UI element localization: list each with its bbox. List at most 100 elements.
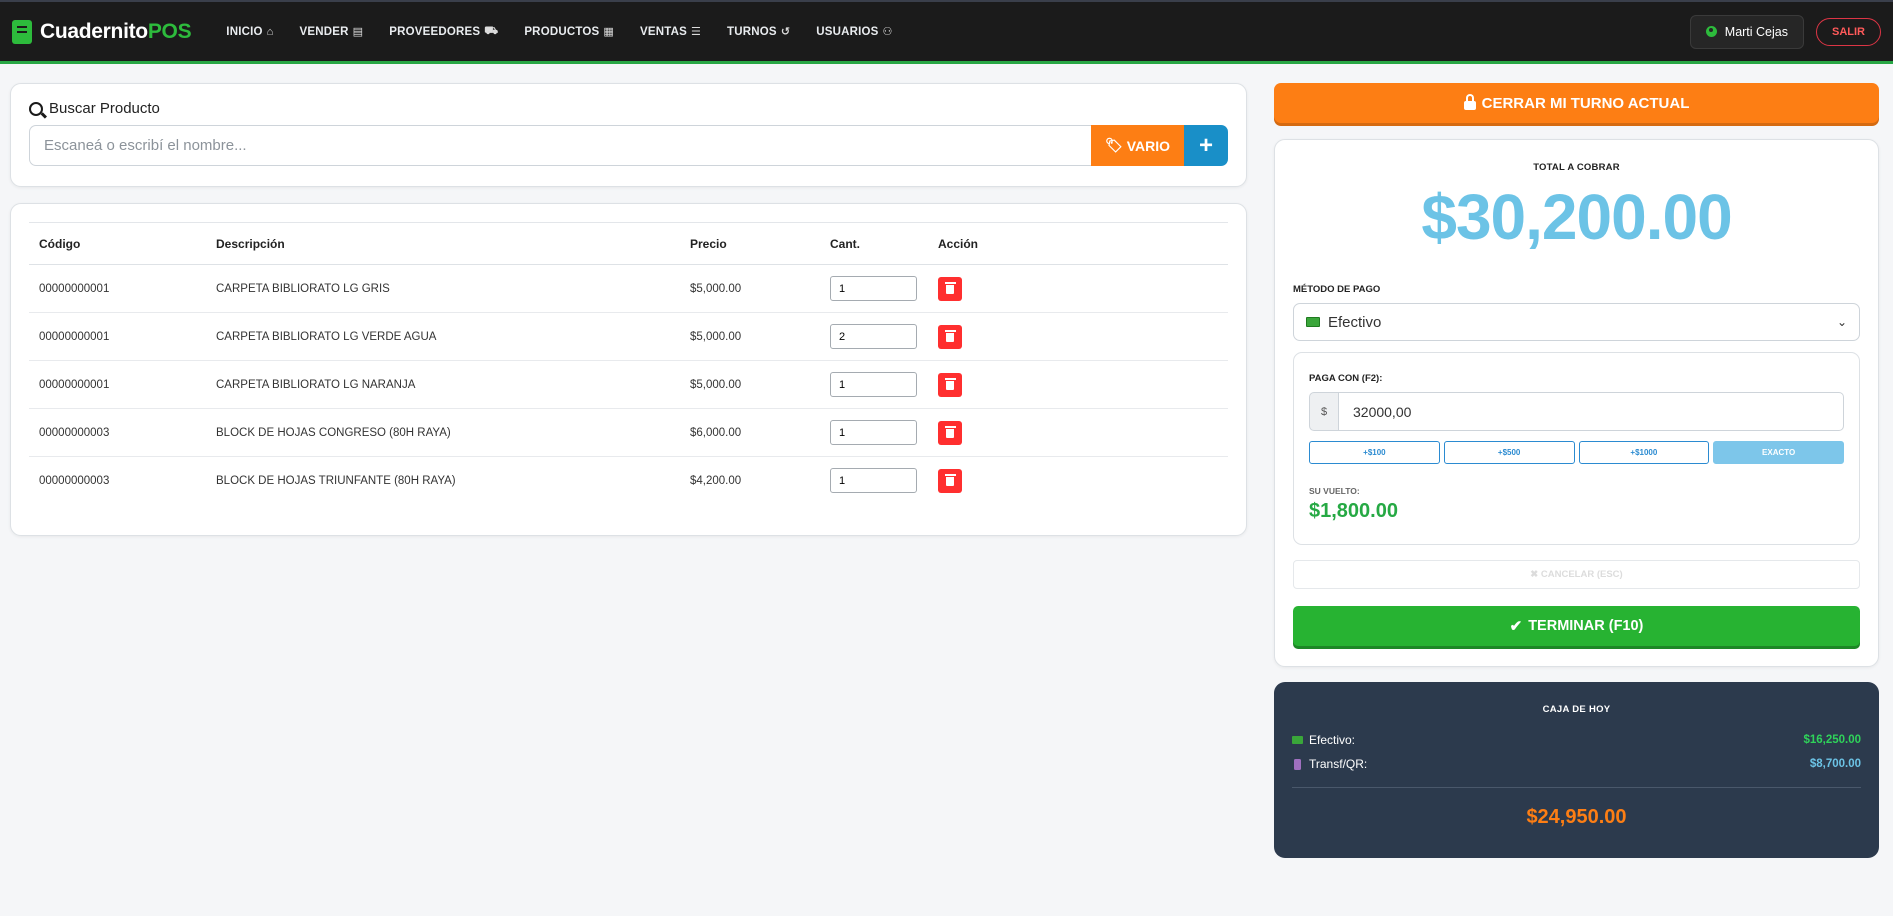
search-card: Buscar Producto 🏷 VARIO +	[10, 83, 1247, 187]
nav-inicio[interactable]: INICIO ⌂	[226, 26, 273, 38]
cash-efectivo-row: Efectivo: $16,250.00	[1292, 733, 1861, 747]
lock-icon	[1463, 94, 1476, 110]
cancel-sale-button[interactable]: ✖ CANCELAR (ESC)	[1293, 560, 1860, 589]
add-product-button[interactable]: +	[1184, 125, 1228, 166]
user-menu[interactable]: Marti Cejas	[1689, 14, 1804, 49]
vario-button[interactable]: 🏷 VARIO	[1091, 125, 1184, 166]
quantity-input[interactable]	[830, 276, 917, 301]
tag-icon: 🏷	[1104, 137, 1123, 153]
quantity-input[interactable]	[830, 468, 917, 494]
trash-icon	[944, 378, 956, 390]
close-shift-button[interactable]: CERRAR MI TURNO ACTUAL	[1274, 83, 1879, 123]
quantity-input[interactable]	[830, 324, 917, 349]
list-icon: ☰	[690, 26, 702, 38]
table-row: 00000000003 BLOCK DE HOJAS CONGRESO (80H…	[29, 408, 1228, 457]
trash-icon	[944, 426, 956, 438]
exact-amount-button[interactable]: EXACTO	[1713, 441, 1844, 464]
row-price: $6,000.00	[680, 408, 820, 457]
col-codigo: Código	[29, 222, 206, 265]
delete-item-button[interactable]	[938, 468, 962, 493]
add-1000-button[interactable]: +$1000	[1578, 441, 1710, 464]
row-price: $4,200.00	[690, 474, 742, 487]
quantity-input[interactable]	[830, 372, 917, 397]
cash-efectivo-amount: $16,250.00	[1803, 734, 1861, 746]
cash-today-title: CAJA DE HOY	[1542, 704, 1611, 715]
product-search-input[interactable]	[29, 125, 1091, 166]
total-label: TOTAL A COBRAR	[1533, 162, 1620, 173]
row-action-cell	[928, 264, 1228, 313]
payment-method-select[interactable]: Efectivo ⌄	[1293, 303, 1860, 341]
money-bill-icon	[1292, 736, 1303, 744]
col-descripcion: Descripción	[206, 222, 680, 265]
users-icon: ⚇	[882, 26, 893, 38]
delete-item-button[interactable]	[938, 324, 962, 349]
row-action-cell	[928, 457, 1228, 505]
brand[interactable]: CuadernitoPOS	[12, 19, 192, 44]
nav-ventas[interactable]: VENTAS ☰	[640, 25, 702, 39]
cash-transf-row: Transf/QR: $8,700.00	[1292, 757, 1861, 771]
delete-item-button[interactable]	[938, 372, 962, 397]
add-500-button[interactable]: +$500	[1443, 441, 1575, 464]
row-description: CARPETA BIBLIORATO LG GRIS	[206, 264, 680, 313]
payment-method-text: Efectivo	[1328, 313, 1382, 331]
row-price: $5,000.00	[680, 360, 820, 409]
change-amount: $1,800.00	[1309, 500, 1398, 522]
row-code: 00000000001	[29, 312, 206, 361]
divider	[1292, 787, 1861, 788]
table-row: 00000000003 BLOCK DE HOJAS TRIUNFANTE (8…	[29, 457, 1228, 505]
delete-item-button[interactable]	[938, 420, 962, 445]
row-price: $5,000.00	[680, 264, 820, 313]
cart-table: Código Descripción Precio Cant. Acción 0…	[29, 222, 1228, 505]
col-accion: Acción	[928, 222, 1228, 265]
row-qty-cell	[820, 312, 928, 361]
trash-icon	[944, 330, 956, 342]
check-icon: ✔	[1509, 618, 1523, 635]
row-code: 00000000001	[29, 264, 206, 313]
notebook-icon	[12, 19, 32, 44]
truck-icon: ⛟	[484, 24, 499, 37]
row-qty-cell	[820, 408, 928, 457]
finish-sale-button[interactable]: ✔ TERMINAR (F10)	[1293, 606, 1860, 646]
paga-con-label: PAGA CON (F2):	[1309, 373, 1383, 384]
delete-item-button[interactable]	[938, 276, 962, 301]
cart-table-card: Código Descripción Precio Cant. Acción 0…	[10, 203, 1247, 536]
paga-con-group: $ 32000,00	[1309, 392, 1844, 431]
cash-payment-panel: PAGA CON (F2): $ 32000,00 +$100 +$500 +$…	[1293, 352, 1860, 545]
cash-efectivo-label: Efectivo:	[1309, 733, 1356, 747]
nav-usuarios[interactable]: USUARIOS ⚇	[816, 25, 893, 39]
search-row: 🏷 VARIO +	[29, 125, 1228, 166]
currency-addon: $	[1309, 392, 1339, 431]
payment-method-value: Efectivo	[1306, 314, 1381, 331]
nav-right: Marti Cejas SALIR	[1689, 14, 1881, 49]
nav-vender[interactable]: VENDER ▤	[300, 25, 364, 39]
nav-productos[interactable]: PRODUCTOS ▦	[524, 25, 614, 39]
user-name: Marti Cejas	[1724, 24, 1788, 39]
logout-button[interactable]: SALIR	[1816, 17, 1881, 46]
table-row: 00000000001 CARPETA BIBLIORATO LG NARANJ…	[29, 360, 1228, 409]
brand-name: CuadernitoPOS	[40, 19, 192, 43]
table-row: 00000000001 CARPETA BIBLIORATO LG GRIS $…	[29, 264, 1228, 313]
cash-efectivo-label-group: Efectivo:	[1292, 733, 1355, 747]
row-action-cell	[928, 360, 1228, 409]
paga-con-input[interactable]: 32000,00	[1339, 392, 1844, 431]
box-icon: ▦	[603, 26, 614, 38]
row-qty-cell	[820, 360, 928, 409]
search-title: Buscar Producto	[29, 100, 1228, 117]
nav-turnos[interactable]: TURNOS ↺	[727, 25, 790, 39]
money-bill-icon	[1306, 317, 1320, 327]
add-100-button[interactable]: +$100	[1309, 441, 1440, 464]
total-amount: $30,200.00	[1421, 181, 1732, 253]
quantity-input[interactable]	[830, 420, 917, 445]
nav-proveedores[interactable]: PROVEEDORES ⛟	[389, 25, 498, 39]
row-qty-cell	[820, 264, 928, 313]
home-icon: ⌂	[266, 25, 274, 38]
row-code: 00000000003	[29, 408, 206, 457]
col-precio: Precio	[680, 222, 820, 265]
row-description: CARPETA BIBLIORATO LG VERDE AGUA	[206, 312, 680, 361]
cash-transf-label: Transf/QR:	[1309, 757, 1368, 771]
row-description: BLOCK DE HOJAS CONGRESO (80H RAYA)	[206, 408, 680, 457]
mobile-phone-icon	[1294, 758, 1301, 770]
cash-total-amount: $24,950.00	[1526, 806, 1627, 828]
payment-method-label: MÉTODO DE PAGO	[1293, 284, 1381, 295]
row-code: 00000000001	[29, 360, 206, 409]
